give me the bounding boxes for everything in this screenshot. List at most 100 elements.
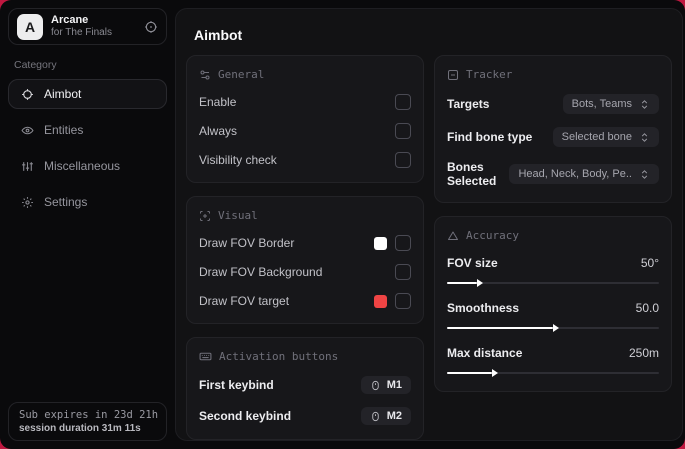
- chevrons-up-down-icon: [639, 132, 650, 143]
- setting-row: Find bone type Selected bone: [447, 127, 659, 147]
- draw-fov-target-checkbox[interactable]: [395, 293, 411, 309]
- setting-label: Draw FOV Border: [199, 236, 295, 250]
- card-title: Activation buttons: [219, 350, 339, 363]
- smoothness-value: 50.0: [635, 301, 659, 315]
- setting-row: Bones Selected Head, Neck, Body, Pe..: [447, 160, 659, 188]
- setting-label: Enable: [199, 95, 237, 109]
- main-area: Aimbot General Enable Always Visibility …: [175, 0, 685, 449]
- smoothness-setting: Smoothness 50.0: [447, 301, 659, 332]
- draw-fov-background-checkbox[interactable]: [395, 264, 411, 280]
- sidebar-item-label: Miscellaneous: [44, 159, 121, 173]
- fov-border-color-swatch[interactable]: [374, 236, 387, 250]
- right-column: Tracker Targets Bots, Teams Find bone ty…: [434, 55, 672, 392]
- app-subtitle: for The Finals: [51, 27, 112, 39]
- always-checkbox[interactable]: [395, 123, 411, 139]
- sidebar-item-label: Aimbot: [44, 87, 82, 101]
- mouse-icon: [370, 411, 381, 422]
- chevrons-up-down-icon: [639, 169, 650, 180]
- setting-label: Bones Selected: [447, 160, 497, 188]
- category-label: Category: [14, 59, 57, 71]
- desktop-background: A Arcane for The Finals Category Aimbot: [0, 0, 685, 449]
- page-title: Aimbot: [194, 27, 243, 43]
- sidebar-item-miscellaneous[interactable]: Miscellaneous: [8, 151, 167, 181]
- sidebar-item-settings[interactable]: Settings: [8, 187, 167, 217]
- max-distance-setting: Max distance 250m: [447, 346, 659, 377]
- second-keybind-button[interactable]: M2: [360, 407, 411, 425]
- eye-icon: [21, 124, 34, 137]
- setting-label: Max distance: [447, 346, 523, 360]
- app-name: Arcane: [51, 13, 89, 26]
- chevrons-up-down-icon: [639, 99, 650, 110]
- tracker-card: Tracker Targets Bots, Teams Find bone ty…: [434, 55, 672, 203]
- settings-lines-icon: [199, 69, 211, 81]
- card-title: Visual: [218, 209, 258, 222]
- sidebar-item-entities[interactable]: Entities: [8, 115, 167, 145]
- mouse-icon: [370, 380, 381, 391]
- setting-label: Always: [199, 124, 238, 138]
- enable-checkbox[interactable]: [395, 94, 411, 110]
- fov-size-setting: FOV size 50°: [447, 256, 659, 287]
- setting-row: First keybind M1: [199, 376, 411, 394]
- visual-card: Visual Draw FOV Border Draw FOV Backgrou…: [186, 196, 424, 324]
- keyboard-icon: [199, 350, 212, 363]
- setting-row: Second keybind M2: [199, 407, 411, 425]
- keybind-value: M1: [386, 379, 402, 391]
- sliders-icon: [21, 160, 34, 173]
- slider-fill: [447, 369, 497, 377]
- select-value: Bots, Teams: [571, 98, 632, 110]
- sidebar-item-aimbot[interactable]: Aimbot: [8, 79, 167, 109]
- targets-select[interactable]: Bots, Teams: [562, 94, 659, 114]
- select-value: Head, Neck, Body, Pe..: [518, 168, 632, 180]
- bones-selected-select[interactable]: Head, Neck, Body, Pe..: [509, 164, 659, 184]
- general-card: General Enable Always Visibility check: [186, 55, 424, 183]
- first-keybind-button[interactable]: M1: [360, 376, 411, 394]
- fov-size-value: 50°: [640, 256, 659, 270]
- setting-label: Visibility check: [199, 153, 277, 167]
- setting-row: Draw FOV target: [199, 293, 411, 309]
- sidebar-item-label: Entities: [44, 123, 84, 137]
- draw-fov-border-checkbox[interactable]: [395, 235, 411, 251]
- setting-label: First keybind: [199, 378, 274, 392]
- setting-label: Draw FOV Background: [199, 265, 323, 279]
- setting-row: Visibility check: [199, 152, 411, 168]
- scan-plus-icon: [199, 210, 211, 222]
- select-value: Selected bone: [561, 131, 632, 143]
- card-title: Tracker: [466, 68, 513, 81]
- setting-label: FOV size: [447, 256, 498, 270]
- setting-label: Second keybind: [199, 409, 292, 423]
- fov-target-color-swatch[interactable]: [374, 294, 387, 308]
- card-title: General: [218, 68, 265, 81]
- main-panel: Aimbot General Enable Always Visibility …: [175, 8, 683, 441]
- setting-label: Draw FOV target: [199, 294, 290, 308]
- card-title: Accuracy: [466, 229, 519, 242]
- smoothness-slider[interactable]: [447, 324, 659, 332]
- keybind-value: M2: [386, 410, 402, 422]
- setting-row: Enable: [199, 94, 411, 110]
- triangle-icon: [447, 230, 459, 242]
- session-duration-text: session duration 31m 11s: [19, 423, 141, 434]
- setting-row: Draw FOV Background: [199, 264, 411, 280]
- app-logo: A: [17, 13, 43, 40]
- crosshair-icon: [21, 88, 34, 101]
- app-window: A Arcane for The Finals Category Aimbot: [0, 0, 685, 449]
- left-column: General Enable Always Visibility check V…: [186, 55, 424, 440]
- gear-icon: [21, 196, 34, 209]
- max-distance-value: 250m: [628, 346, 659, 360]
- setting-label: Smoothness: [447, 301, 520, 315]
- app-header-card: A Arcane for The Finals: [8, 8, 167, 45]
- find-bone-type-select[interactable]: Selected bone: [552, 127, 659, 147]
- slider-fill: [447, 324, 559, 332]
- activation-card: Activation buttons First keybind M1 Seco…: [186, 337, 424, 440]
- slider-fill: [447, 279, 483, 287]
- setting-label: Targets: [447, 97, 490, 111]
- fov-size-slider[interactable]: [447, 279, 659, 287]
- setting-row: Targets Bots, Teams: [447, 94, 659, 114]
- scope-icon[interactable]: [144, 20, 158, 34]
- setting-label: Find bone type: [447, 130, 533, 144]
- sub-expiry-text: Sub expires in 23d 21h: [19, 409, 159, 421]
- setting-row: Draw FOV Border: [199, 235, 411, 251]
- max-distance-slider[interactable]: [447, 369, 659, 377]
- subscription-card: Sub expires in 23d 21h session duration …: [8, 402, 167, 441]
- accuracy-card: Accuracy FOV size 50° Smoothness 50.0 Ma…: [434, 216, 672, 392]
- visibility-check-checkbox[interactable]: [395, 152, 411, 168]
